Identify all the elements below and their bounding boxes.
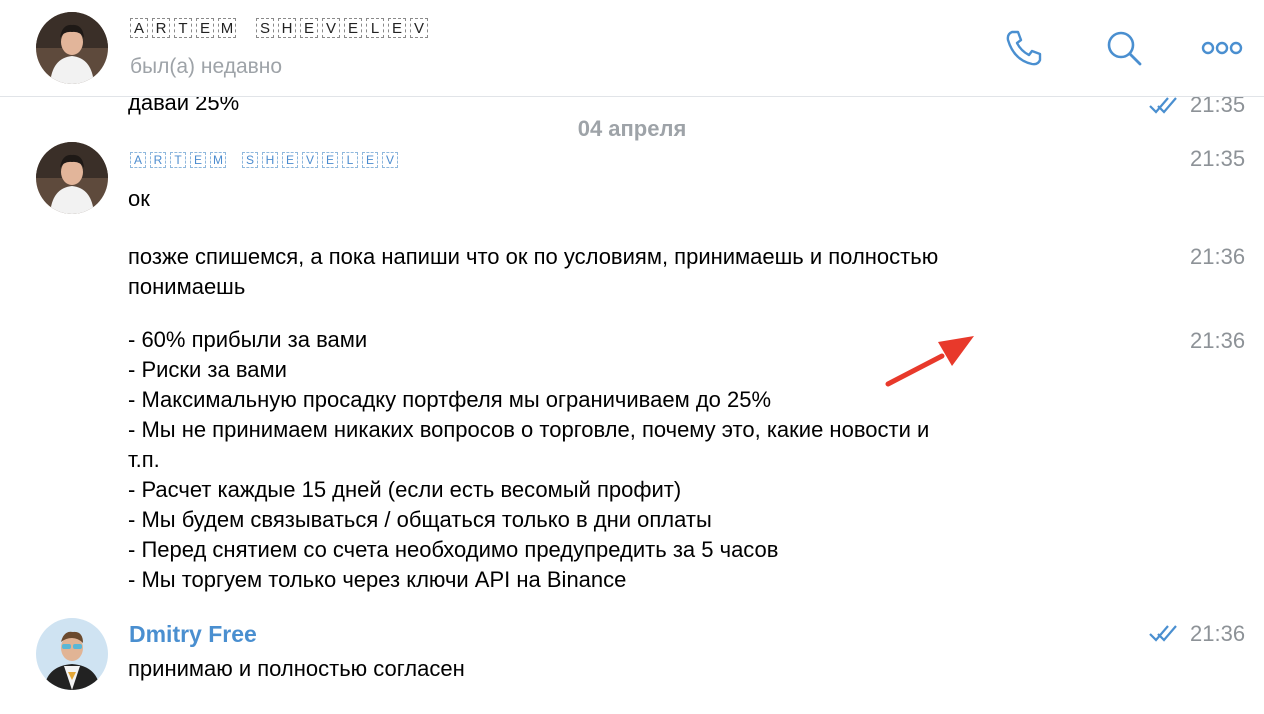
name-letter: E (196, 18, 214, 38)
name-letter: S (242, 152, 258, 168)
name-letter: E (322, 152, 338, 168)
name-letter: E (362, 152, 378, 168)
avatar[interactable] (36, 142, 108, 214)
message-text: ок (128, 186, 150, 211)
chat-status: был(а) недавно (130, 55, 283, 78)
name-letter: H (278, 18, 296, 38)
name-letter: A (130, 18, 148, 38)
name-letter: L (366, 18, 384, 38)
name-letter: L (342, 152, 358, 168)
name-letter: R (152, 18, 170, 38)
read-checkmarks-icon (1149, 97, 1177, 114)
date-separator: 04 апреля (577, 116, 687, 141)
name-letter: H (262, 152, 278, 168)
message-line: т.п. (128, 447, 160, 472)
chat-history[interactable]: давай 25% 21:35 04 апреля ARTEMSHEVELEV … (0, 0, 1264, 714)
avatar[interactable] (36, 618, 108, 690)
message-time: 21:36 (1190, 328, 1246, 353)
message-time: 21:36 (1190, 244, 1246, 269)
more-icon[interactable] (1200, 26, 1244, 70)
message-text: позже спишемся, а пока напиши что ок по … (128, 242, 938, 302)
message-line: - Мы не принимаем никаких вопросов о тор… (128, 417, 930, 442)
message-line: - Расчет каждые 15 дней (если есть весом… (128, 477, 682, 502)
message-line: - 60% прибыли за вами (128, 327, 368, 352)
chat-header: ARTEMSHEVELEV был(а) недавно (0, 0, 1264, 97)
message-line: - Мы торгуем только через ключи API на B… (128, 567, 627, 592)
message-line: понимаешь (128, 274, 246, 299)
message-line: - Перед снятием со счета необходимо пред… (128, 537, 779, 562)
phone-icon[interactable] (1002, 26, 1046, 70)
chat-title[interactable]: ARTEMSHEVELEV (130, 18, 428, 38)
name-letter: E (190, 152, 206, 168)
name-letter: E (388, 18, 406, 38)
sender-name[interactable]: ARTEMSHEVELEV (130, 152, 398, 168)
message-text: принимаю и полностью согласен (128, 656, 465, 681)
name-letter: V (322, 18, 340, 38)
annotation-arrow-icon (885, 336, 974, 387)
search-icon[interactable] (1102, 26, 1146, 70)
message-time: 21:35 (1190, 146, 1246, 171)
name-letter: R (150, 152, 166, 168)
name-letter: V (302, 152, 318, 168)
name-letter: V (410, 18, 428, 38)
name-letter: A (130, 152, 146, 168)
name-letter: M (218, 18, 236, 38)
sender-name[interactable]: Dmitry Free (129, 621, 257, 648)
name-letter: M (210, 152, 226, 168)
message-line: - Максимальную просадку портфеля мы огра… (128, 387, 772, 412)
avatar[interactable] (36, 12, 108, 84)
name-letter: T (170, 152, 186, 168)
message-text: - 60% прибыли за вами - Риски за вами - … (128, 325, 929, 595)
message-line: - Мы будем связываться / общаться только… (128, 507, 712, 532)
name-letter: T (174, 18, 192, 38)
message-line: позже спишемся, а пока напиши что ок по … (128, 244, 939, 269)
name-letter: S (256, 18, 274, 38)
name-letter: V (382, 152, 398, 168)
name-letter: E (300, 18, 318, 38)
name-letter: E (344, 18, 362, 38)
message-line: - Риски за вами (128, 357, 287, 382)
name-letter: E (282, 152, 298, 168)
message-time: 21:36 (1190, 621, 1246, 646)
read-checkmarks-icon (1149, 625, 1177, 642)
